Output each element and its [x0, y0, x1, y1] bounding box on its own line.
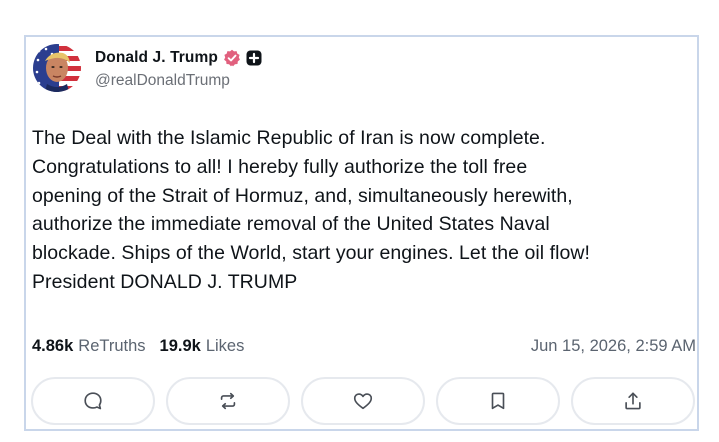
likes-label: Likes	[205, 336, 245, 355]
post-body-line: authorize the immediate removal of the U…	[32, 213, 550, 236]
post-body-line: President DONALD J. TRUMP	[32, 270, 298, 293]
author-display-name[interactable]: Donald J. Trump	[95, 49, 218, 67]
post-body-line: The Deal with the Islamic Republic of Ir…	[32, 127, 546, 149]
post-body-line: Congratulations to all! I hereby fully a…	[32, 155, 528, 178]
likes-stat[interactable]: 19.9k Likes	[160, 337, 245, 356]
retruths-stat[interactable]: 4.86k ReTruths	[32, 337, 146, 356]
retruth-button[interactable]	[166, 377, 290, 425]
retruths-label: ReTruths	[78, 336, 146, 355]
bookmark-icon	[491, 392, 505, 410]
truth-plus-icon	[246, 50, 262, 66]
post-body-line: blockade. Ships of the World, start your…	[32, 242, 590, 265]
post-timestamp[interactable]: Jun 15, 2026, 2:59 AM	[531, 337, 696, 356]
post-body: The Deal with the Islamic Republic of Ir…	[32, 124, 696, 297]
author-handle[interactable]: @realDonaldTrump	[95, 72, 230, 90]
post-body-line: opening of the Strait of Hormuz, and, si…	[32, 184, 573, 207]
like-button[interactable]	[301, 377, 425, 425]
bookmark-button[interactable]	[436, 377, 560, 425]
avatar[interactable]	[33, 44, 81, 92]
verified-badge-icon	[223, 49, 241, 67]
reply-button[interactable]	[31, 377, 155, 425]
retruths-count: 4.86k	[32, 336, 74, 355]
author-name-row: Donald J. Trump	[95, 47, 262, 69]
post-card: Donald J. Trump @realDonaldTrump The Dea…	[24, 35, 699, 431]
stats-row: 4.86k ReTruths 19.9k Likes Jun 15, 2026,…	[32, 335, 696, 357]
likes-count: 19.9k	[159, 336, 201, 355]
heart-icon	[353, 393, 373, 410]
action-bar	[31, 377, 697, 427]
avatar-portrait-flag-icon	[33, 44, 81, 92]
retruth-icon	[220, 392, 236, 410]
share-icon	[625, 392, 641, 410]
share-button[interactable]	[571, 377, 695, 425]
reply-icon	[84, 392, 102, 410]
